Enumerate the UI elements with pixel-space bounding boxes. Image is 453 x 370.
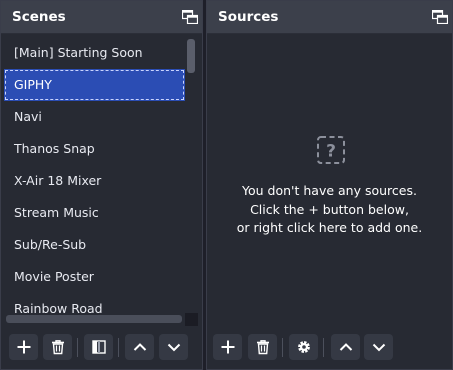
svg-text:?: ? xyxy=(326,142,336,162)
scene-list-vertical-scrollbar[interactable] xyxy=(187,37,197,313)
sources-dock[interactable]: Sources ? You don't have any sources. Cl… xyxy=(206,0,453,370)
sources-toolbar xyxy=(207,334,452,362)
remove-scene-button[interactable] xyxy=(43,334,72,360)
scenes-dock-header[interactable]: Scenes xyxy=(1,1,202,34)
scene-item[interactable]: Rainbow Road xyxy=(4,293,185,313)
toolbar-separator xyxy=(118,338,119,357)
add-scene-button[interactable] xyxy=(9,334,38,360)
chevron-down-icon xyxy=(167,343,180,352)
scene-item[interactable]: Movie Poster xyxy=(4,261,185,293)
chevron-up-icon xyxy=(339,343,352,351)
scenes-dock: Scenes [Main] Starting Soon GIPHY Navi T… xyxy=(0,0,203,370)
plus-icon xyxy=(17,340,30,354)
unknown-source-icon: ? xyxy=(317,136,345,164)
scene-item[interactable]: Stream Music xyxy=(4,197,185,229)
scenes-toolbar xyxy=(1,334,202,362)
scene-list-horizontal-scrollbar[interactable] xyxy=(6,315,182,323)
vertical-scrollbar-thumb[interactable] xyxy=(187,39,195,73)
toolbar-separator xyxy=(282,338,283,357)
move-source-down-button[interactable] xyxy=(364,334,393,360)
toolbar-separator xyxy=(323,338,324,357)
scenes-dock-title: Scenes xyxy=(12,9,66,25)
chevron-up-icon xyxy=(133,343,146,351)
plus-icon xyxy=(221,340,234,354)
gear-icon xyxy=(297,341,310,353)
move-scene-down-button[interactable] xyxy=(159,334,188,360)
undock-icon[interactable] xyxy=(432,10,448,24)
scene-item[interactable]: Navi xyxy=(4,101,185,133)
move-scene-up-button[interactable] xyxy=(125,334,154,360)
scene-item[interactable]: Sub/Re-Sub xyxy=(4,229,185,261)
sources-dock-title: Sources xyxy=(218,9,279,25)
undock-icon[interactable] xyxy=(182,10,198,24)
remove-source-button[interactable] xyxy=(248,334,277,360)
source-properties-button[interactable] xyxy=(289,334,318,360)
toolbar-separator xyxy=(77,338,78,357)
scene-item[interactable]: Thanos Snap xyxy=(4,133,185,165)
chevron-down-icon xyxy=(372,343,385,352)
move-source-up-button[interactable] xyxy=(331,334,360,360)
trash-icon xyxy=(51,340,64,355)
scrollbar-corner xyxy=(185,313,198,326)
sources-dock-header[interactable]: Sources xyxy=(207,1,452,34)
add-source-button[interactable] xyxy=(213,334,242,360)
no-sources-line: or right click here to add one. xyxy=(236,220,423,235)
no-sources-line: You don't have any sources. xyxy=(242,183,417,198)
no-sources-message: You don't have any sources. Click the + … xyxy=(207,182,452,238)
scene-filters-button[interactable] xyxy=(84,334,113,360)
no-sources-line: Click the + button below, xyxy=(250,201,409,217)
filter-icon xyxy=(91,340,106,354)
scene-item[interactable]: [Main] Starting Soon xyxy=(4,37,185,69)
scene-item[interactable]: X-Air 18 Mixer xyxy=(4,165,185,197)
trash-icon xyxy=(256,340,269,355)
scene-list[interactable]: [Main] Starting Soon GIPHY Navi Thanos S… xyxy=(4,37,185,313)
scene-item-selected[interactable]: GIPHY xyxy=(4,69,185,101)
